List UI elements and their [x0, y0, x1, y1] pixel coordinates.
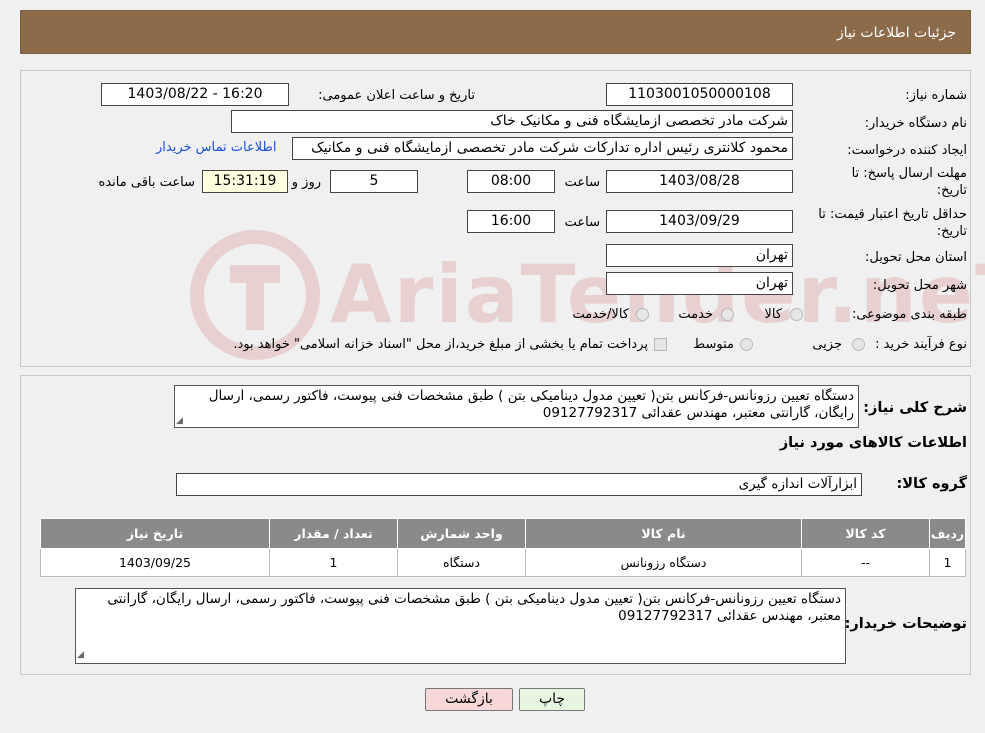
category-option-goods: کالا [764, 307, 782, 322]
process-radio-minor[interactable] [852, 338, 865, 351]
goods-group-field: ابزارآلات اندازه گیری [176, 473, 862, 496]
page-header: جزئیات اطلاعات نیاز [20, 10, 971, 54]
announce-datetime-field: 1403/08/22 - 16:20 [101, 83, 289, 106]
days-remaining-field: 5 [330, 170, 418, 193]
goods-group-label: گروه کالا: [896, 476, 967, 492]
category-radio-goods-service[interactable] [636, 308, 649, 321]
need-number-label: شماره نیاز: [905, 88, 967, 103]
cell-goods-code: -- [801, 548, 930, 577]
goods-table: ردیف کد کالا نام کالا واحد شمارش تعداد /… [40, 518, 966, 577]
col-unit: واحد شمارش [397, 518, 526, 549]
province-field: تهران [606, 244, 793, 267]
city-label: شهر محل تحویل: [872, 278, 967, 293]
deadline-date-field: 1403/08/28 [606, 170, 793, 193]
buyer-notes-textarea[interactable]: دستگاه تعیین رزونانس-فرکانس بتن( تعیین م… [75, 588, 846, 664]
category-option-goods-service: کالا/خدمت [572, 307, 629, 322]
summary-resize-grip-icon[interactable]: ◢ [176, 416, 183, 426]
category-label: طبقه بندی موضوعی: [851, 307, 967, 322]
buyer-notes-label: توضیحات خریدار: [844, 616, 967, 632]
need-summary-textarea[interactable]: دستگاه تعیین رزونانس-فرکانس بتن( تعیین م… [174, 385, 859, 428]
days-label: روز و [291, 175, 321, 190]
items-heading: اطلاعات کالاهای مورد نیاز [779, 435, 967, 451]
cell-need-date: 1403/09/25 [40, 548, 270, 577]
col-need-date: تاریخ نیاز [40, 518, 270, 549]
col-goods-code: کد کالا [801, 518, 930, 549]
province-label: استان محل تحویل: [865, 250, 967, 265]
validity-time-field: 16:00 [467, 210, 555, 233]
buyer-contact-link[interactable]: اطلاعات تماس خریدار [156, 140, 276, 155]
deadline-label: مهلت ارسال پاسخ: تا تاریخ: [852, 165, 967, 199]
process-option-medium: متوسط [693, 337, 734, 352]
cell-goods-name: دستگاه رزونانس [525, 548, 802, 577]
back-button[interactable]: بازگشت [425, 688, 513, 711]
process-note-checkbox[interactable] [654, 338, 667, 351]
validity-label-line-1: حداقل تاریخ اعتبار قیمت: تا [818, 207, 967, 222]
category-radio-goods[interactable] [790, 308, 803, 321]
validity-label-line-2: تاریخ: [936, 224, 967, 239]
category-radio-service[interactable] [721, 308, 734, 321]
creator-field: محمود کلانتری رئیس اداره تدارکات شرکت ما… [292, 137, 793, 160]
col-quantity: تعداد / مقدار [269, 518, 398, 549]
validity-label: حداقل تاریخ اعتبار قیمت: تا تاریخ: [818, 206, 967, 240]
deadline-label-line-1: مهلت ارسال پاسخ: تا [851, 166, 967, 181]
buyer-org-field: شرکت مادر تخصصی ازمایشگاه فنی و مکانیک خ… [231, 110, 793, 133]
need-number-field: 1103001050000108 [606, 83, 793, 106]
process-type-label: نوع فرآیند خرید : [875, 337, 967, 352]
table-row: 1 -- دستگاه رزونانس دستگاه 1 1403/09/25 [40, 548, 966, 577]
remaining-time-label: ساعت باقی مانده [98, 175, 195, 190]
need-summary-label: شرح کلی نیاز: [863, 400, 967, 416]
cell-row-number: 1 [929, 548, 966, 577]
process-option-minor: جزیی [812, 337, 842, 352]
print-button[interactable]: چاپ [519, 688, 585, 711]
page-title: جزئیات اطلاعات نیاز [836, 25, 956, 41]
city-field: تهران [606, 272, 793, 295]
cell-quantity: 1 [269, 548, 398, 577]
notes-resize-grip-icon[interactable]: ◢ [77, 650, 84, 660]
creator-label: ایجاد کننده درخواست: [847, 143, 967, 158]
col-goods-name: نام کالا [525, 518, 802, 549]
remaining-time-field: 15:31:19 [202, 170, 288, 193]
buyer-org-label: نام دستگاه خریدار: [864, 116, 967, 131]
process-radio-medium[interactable] [740, 338, 753, 351]
validity-time-label: ساعت [564, 215, 600, 230]
deadline-label-line-2: تاریخ: [936, 183, 967, 198]
goods-table-header: ردیف کد کالا نام کالا واحد شمارش تعداد /… [40, 518, 966, 549]
announce-datetime-label: تاریخ و ساعت اعلان عمومی: [318, 88, 475, 103]
deadline-time-label: ساعت [564, 175, 600, 190]
process-note: پرداخت تمام یا بخشی از مبلغ خرید،از محل … [233, 337, 648, 352]
col-row-number: ردیف [929, 518, 966, 549]
category-option-service: خدمت [678, 307, 713, 322]
cell-unit: دستگاه [397, 548, 526, 577]
validity-date-field: 1403/09/29 [606, 210, 793, 233]
deadline-time-field: 08:00 [467, 170, 555, 193]
